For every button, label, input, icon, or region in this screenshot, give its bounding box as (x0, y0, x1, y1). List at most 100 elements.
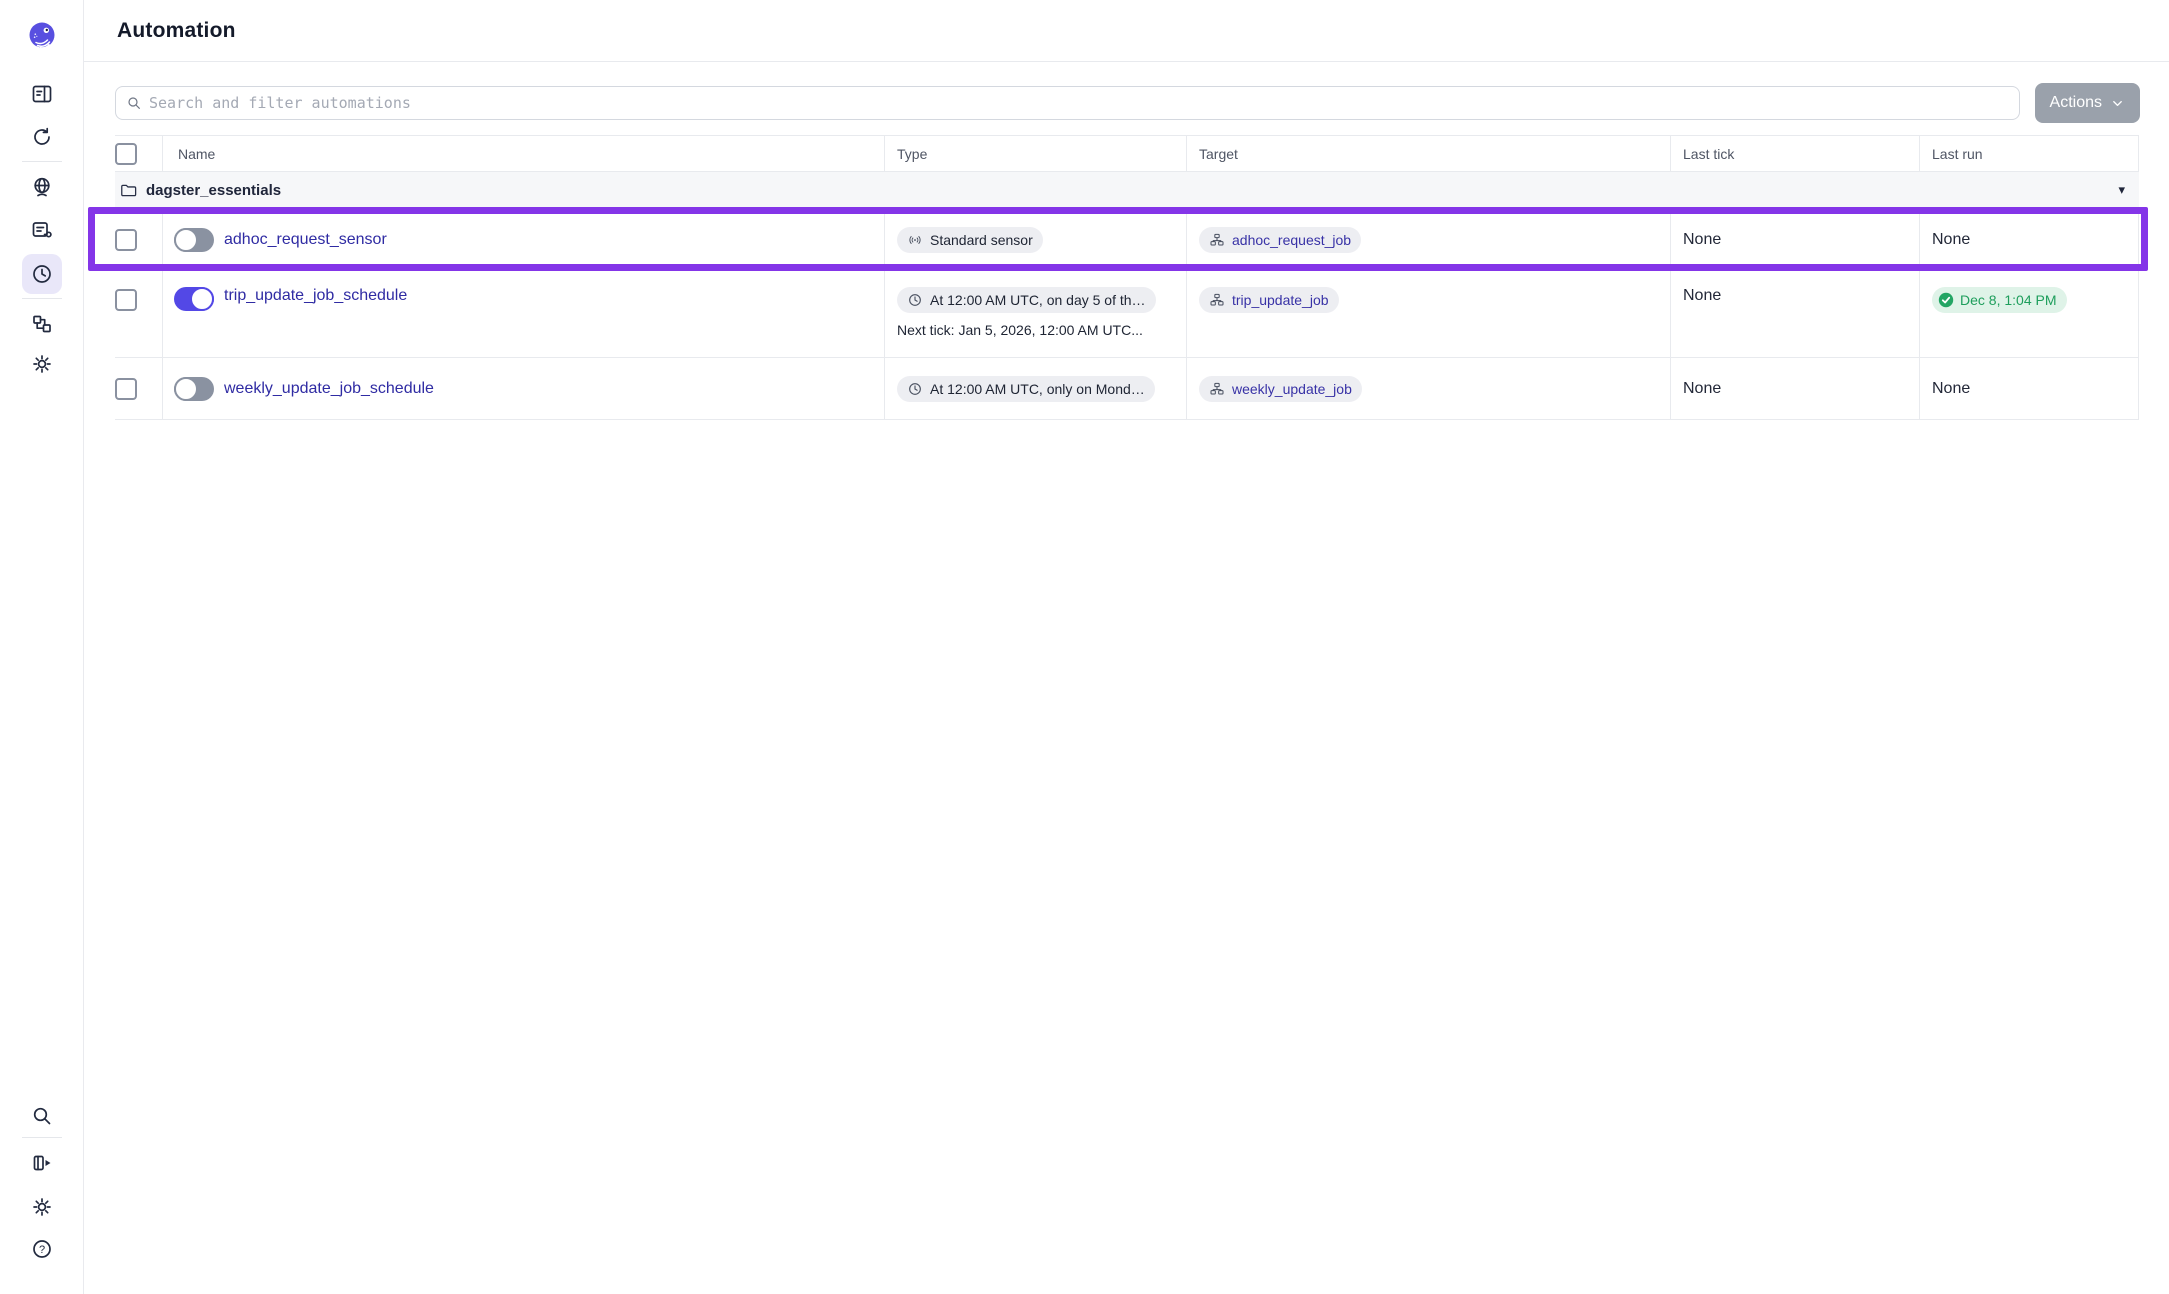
target-badge[interactable]: trip_update_job (1199, 287, 1339, 313)
last-run-success-badge[interactable]: Dec 8, 1:04 PM (1932, 287, 2067, 313)
lineage-graph-icon[interactable] (30, 312, 54, 336)
column-header-type: Type (885, 136, 1187, 171)
search-icon (126, 95, 142, 111)
last-tick-cell: None (1671, 210, 1920, 269)
folder-icon (119, 181, 138, 200)
clock-icon (907, 292, 923, 308)
expand-panel-icon[interactable] (30, 1151, 54, 1175)
row-checkbox-cell (115, 358, 163, 419)
dagster-octopus-logo[interactable] (26, 20, 58, 52)
toggle-knob (174, 228, 198, 252)
search-input[interactable] (149, 87, 2009, 119)
type-badge: At 12:00 AM UTC, only on Mond… (897, 376, 1155, 402)
target-cell: weekly_update_job (1187, 358, 1671, 419)
name-cell: weekly_update_job_schedule (163, 358, 885, 419)
automation-clock-icon-selected[interactable] (22, 254, 62, 294)
enable-toggle[interactable] (174, 377, 214, 401)
main-content: Automation Actions Name Type Target Last… (84, 0, 2169, 420)
row-checkbox-cell (115, 270, 163, 357)
automation-name-link[interactable]: adhoc_request_sensor (224, 231, 387, 249)
target-link[interactable]: adhoc_request_job (1232, 232, 1351, 248)
job-graph-icon (1209, 381, 1225, 397)
target-link[interactable]: weekly_update_job (1232, 381, 1352, 397)
type-cell: At 12:00 AM UTC, on day 5 of th… Next ti… (885, 270, 1187, 357)
target-cell: trip_update_job (1187, 270, 1671, 357)
title-bar: Automation (84, 0, 2169, 62)
runs-icon[interactable] (30, 125, 54, 149)
last-run-time: Dec 8, 1:04 PM (1960, 292, 2057, 308)
sidebar: ? (0, 0, 84, 1294)
last-run-cell: None (1920, 358, 2139, 419)
deployment-globe-icon[interactable] (30, 175, 54, 199)
sidebar-divider (22, 161, 62, 162)
toolbar: Actions (115, 83, 2140, 123)
sensor-signal-icon (907, 232, 923, 248)
chevron-down-icon (2110, 96, 2125, 111)
last-tick-cell: None (1671, 358, 1920, 419)
group-row[interactable]: dagster_essentials ▾ (115, 172, 2139, 210)
last-tick-value: None (1683, 231, 1721, 249)
table-row: weekly_update_job_schedule At 12:00 AM U… (115, 358, 2139, 420)
clock-icon (907, 381, 923, 397)
type-badge: At 12:00 AM UTC, on day 5 of th… (897, 287, 1156, 313)
automation-name-link[interactable]: trip_update_job_schedule (224, 287, 407, 305)
sidebar-divider (22, 1137, 62, 1138)
table-header-row: Name Type Target Last tick Last run (115, 135, 2139, 172)
type-cell: At 12:00 AM UTC, only on Mond… (885, 358, 1187, 419)
help-icon[interactable]: ? (30, 1237, 54, 1261)
header-checkbox-cell (115, 136, 163, 171)
type-badge: Standard sensor (897, 227, 1043, 253)
toggle-knob (174, 377, 198, 401)
last-tick-value: None (1683, 380, 1721, 398)
last-run-cell: None (1920, 210, 2139, 269)
svg-text:?: ? (38, 1244, 44, 1256)
group-label: dagster_essentials (146, 182, 281, 199)
last-run-cell: Dec 8, 1:04 PM (1920, 270, 2139, 357)
actions-button-label: Actions (2050, 94, 2102, 112)
column-header-target: Target (1187, 136, 1671, 171)
target-badge[interactable]: weekly_update_job (1199, 376, 1362, 402)
automation-name-link[interactable]: weekly_update_job_schedule (224, 380, 434, 398)
search-icon[interactable] (30, 1104, 54, 1128)
row-checkbox[interactable] (115, 229, 137, 251)
target-badge[interactable]: adhoc_request_job (1199, 227, 1361, 253)
last-run-value: None (1932, 231, 1970, 249)
enable-toggle[interactable] (174, 228, 214, 252)
row-checkbox[interactable] (115, 289, 137, 311)
column-header-name: Name (163, 136, 885, 171)
toggle-knob (190, 287, 214, 311)
table-row: trip_update_job_schedule At 12:00 AM UTC… (115, 270, 2139, 358)
job-graph-icon (1209, 292, 1225, 308)
name-cell: trip_update_job_schedule (163, 270, 885, 357)
row-checkbox[interactable] (115, 378, 137, 400)
type-badge-label: At 12:00 AM UTC, only on Mond… (930, 381, 1145, 397)
table-row: adhoc_request_sensor Standard sensor (115, 210, 2139, 270)
page-title: Automation (117, 19, 236, 43)
caret-down-icon[interactable]: ▾ (2118, 183, 2125, 198)
enable-toggle[interactable] (174, 287, 214, 311)
column-header-last-run: Last run (1920, 136, 2139, 171)
automations-table: Name Type Target Last tick Last run dags… (115, 135, 2139, 420)
settings-gear-icon[interactable] (30, 1195, 54, 1219)
type-cell: Standard sensor (885, 210, 1187, 269)
last-run-value: None (1932, 380, 1970, 398)
type-badge-label: At 12:00 AM UTC, on day 5 of th… (930, 292, 1146, 308)
last-tick-cell: None (1671, 270, 1920, 357)
sidebar-bottom: ? (22, 1104, 62, 1261)
type-badge-label: Standard sensor (930, 232, 1033, 248)
assets-icon[interactable] (30, 82, 54, 106)
target-cell: adhoc_request_job (1187, 210, 1671, 269)
name-cell: adhoc_request_sensor (163, 210, 885, 269)
job-graph-icon (1209, 232, 1225, 248)
select-all-checkbox[interactable] (115, 143, 137, 165)
row-checkbox-cell (115, 210, 163, 269)
last-tick-value: None (1683, 287, 1721, 305)
column-header-last-tick: Last tick (1671, 136, 1920, 171)
actions-button[interactable]: Actions (2035, 83, 2140, 123)
search-box[interactable] (115, 86, 2020, 120)
target-link[interactable]: trip_update_job (1232, 292, 1329, 308)
settings-gear-icon[interactable] (30, 352, 54, 376)
check-circle-icon (1938, 292, 1954, 308)
jobs-icon[interactable] (30, 218, 54, 242)
next-tick-text: Next tick: Jan 5, 2026, 12:00 AM UTC... (897, 322, 1143, 338)
